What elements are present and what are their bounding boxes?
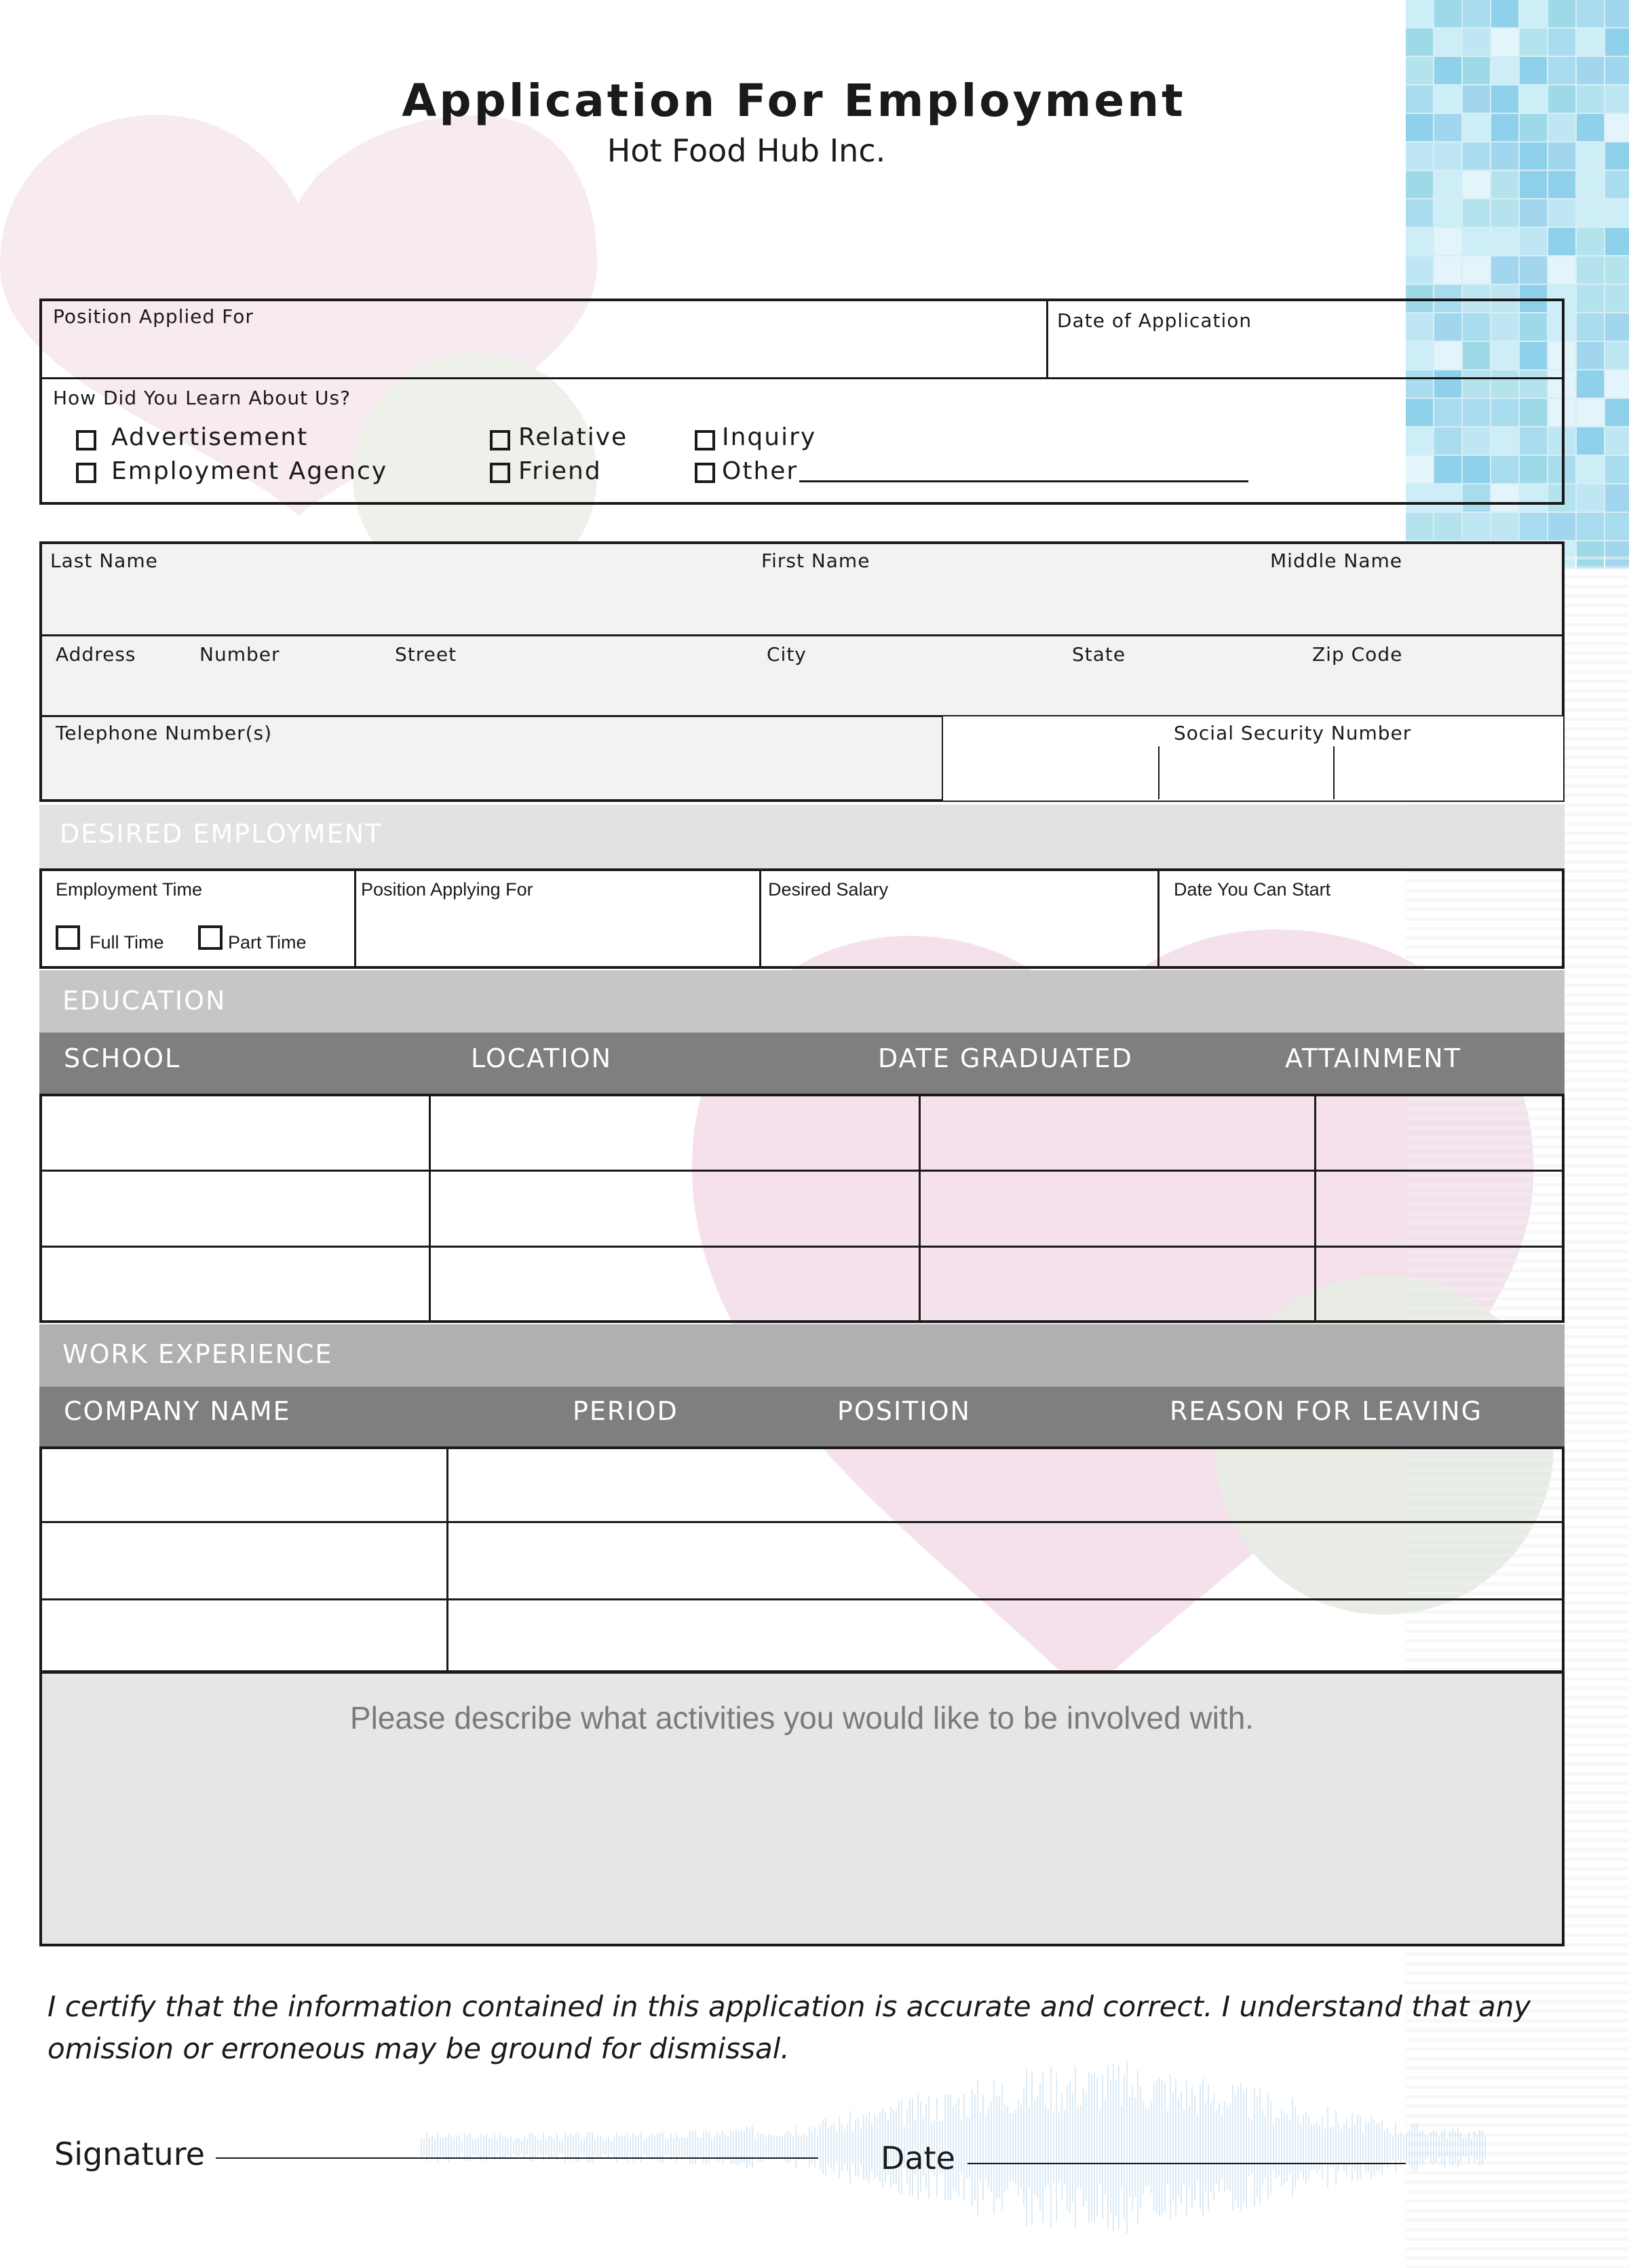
work-col-divider (446, 1446, 448, 1673)
telephone-field[interactable]: Telephone Number(s) (56, 722, 272, 744)
education-cell[interactable] (42, 1096, 427, 1168)
number-field[interactable]: Number (199, 643, 280, 666)
employment-agency-label: Employment Agency (111, 457, 388, 485)
divider (39, 634, 1565, 636)
street-field[interactable]: Street (395, 643, 457, 666)
ssn-divider (1333, 746, 1335, 799)
education-col-divider (429, 1094, 431, 1323)
employment-time-label: Employment Time (56, 879, 203, 900)
part-time-checkbox[interactable] (198, 925, 223, 950)
education-col-school: SCHOOL (64, 1043, 181, 1073)
work-experience-band: WORK EXPERIENCE (39, 1324, 1565, 1387)
divider (39, 377, 1565, 379)
divider (1046, 299, 1048, 379)
date-you-can-start-field[interactable]: Date You Can Start (1174, 879, 1330, 900)
education-cell[interactable] (1317, 1172, 1562, 1244)
date-line[interactable] (967, 2163, 1406, 2164)
education-cell[interactable] (42, 1172, 427, 1244)
education-cell[interactable] (432, 1248, 917, 1320)
education-cell[interactable] (921, 1248, 1313, 1320)
divider (354, 868, 356, 969)
work-col-company-name: COMPANY NAME (64, 1396, 291, 1426)
education-col-location: LOCATION (471, 1043, 613, 1073)
activities-prompt: Please describe what activities you woul… (349, 1700, 1254, 1735)
education-col-attainment: ATTAINMENT (1285, 1043, 1461, 1073)
education-cell[interactable] (921, 1172, 1313, 1244)
relative-label: Relative (518, 423, 628, 451)
work-cell[interactable] (42, 1449, 445, 1520)
first-name-field[interactable]: First Name (761, 550, 870, 572)
city-field[interactable]: City (767, 643, 807, 666)
work-cell[interactable] (449, 1449, 1562, 1520)
friend-checkbox[interactable] (490, 463, 510, 483)
education-cell[interactable] (42, 1248, 427, 1320)
desired-employment-band: DESIRED EMPLOYMENT (39, 805, 1565, 868)
education-cell[interactable] (1317, 1096, 1562, 1168)
date-label: Date (881, 2140, 955, 2176)
company-name: Hot Food Hub Inc. (607, 132, 886, 169)
activities-textarea[interactable]: Please describe what activities you woul… (39, 1671, 1565, 1946)
education-cell[interactable] (432, 1096, 917, 1168)
other-label: Other (722, 457, 799, 485)
address-label: Address (56, 643, 136, 666)
work-cell[interactable] (42, 1524, 445, 1594)
education-col-divider (919, 1094, 921, 1323)
page-title: Application For Employment (402, 75, 1186, 127)
advertisement-checkbox[interactable] (76, 430, 96, 450)
work-row-divider (39, 1598, 1565, 1600)
learn-about-us-label: How Did You Learn About Us? (53, 387, 351, 409)
inquiry-checkbox[interactable] (695, 430, 715, 450)
work-col-position: POSITION (837, 1396, 971, 1426)
zip-code-field[interactable]: Zip Code (1312, 643, 1402, 666)
work-cell[interactable] (449, 1601, 1562, 1672)
education-cell[interactable] (432, 1172, 917, 1244)
part-time-label: Part Time (228, 932, 307, 953)
full-time-checkbox[interactable] (56, 925, 80, 950)
certification-statement: I certify that the information contained… (47, 1990, 1531, 2065)
state-field[interactable]: State (1072, 643, 1126, 666)
middle-name-field[interactable]: Middle Name (1270, 550, 1402, 572)
inquiry-label: Inquiry (722, 423, 817, 451)
work-row-divider (39, 1521, 1565, 1523)
signature-label: Signature (54, 2136, 205, 2172)
education-row-divider (39, 1170, 1565, 1172)
education-row-divider (39, 1246, 1565, 1248)
education-cell[interactable] (921, 1096, 1313, 1168)
other-checkbox[interactable] (695, 463, 715, 483)
date-of-application-field[interactable]: Date of Application (1057, 309, 1252, 332)
position-applying-field[interactable]: Position Applying For (361, 879, 533, 900)
education-col-divider (1314, 1094, 1316, 1323)
work-col-period: PERIOD (573, 1396, 678, 1426)
position-applied-for-field[interactable]: Position Applied For (53, 305, 254, 328)
education-cell[interactable] (1317, 1248, 1562, 1320)
education-band: EDUCATION (39, 970, 1565, 1033)
divider (1157, 868, 1160, 969)
ssn-divider (1158, 746, 1160, 799)
signature-line[interactable] (216, 2157, 818, 2159)
work-cell[interactable] (42, 1601, 445, 1672)
relative-checkbox[interactable] (490, 430, 510, 450)
divider (759, 868, 761, 969)
last-name-field[interactable]: Last Name (50, 550, 158, 572)
work-col-reason-for-leaving: REASON FOR LEAVING (1170, 1396, 1483, 1426)
other-input-line[interactable] (799, 480, 1248, 482)
advertisement-label: Advertisement (111, 423, 309, 451)
employment-agency-checkbox[interactable] (76, 463, 96, 483)
desired-salary-field[interactable]: Desired Salary (768, 879, 888, 900)
work-cell[interactable] (449, 1524, 1562, 1594)
education-col-date-graduated: DATE GRADUATED (878, 1043, 1133, 1073)
ssn-label: Social Security Number (1174, 722, 1412, 744)
full-time-label: Full Time (90, 932, 164, 953)
friend-label: Friend (518, 457, 602, 485)
